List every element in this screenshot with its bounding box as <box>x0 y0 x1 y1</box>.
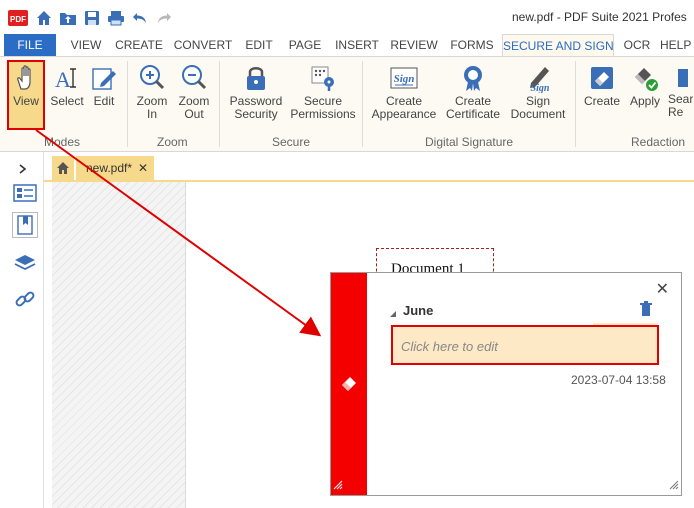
highlight-view-button <box>7 60 45 130</box>
tutorial-arrow <box>35 129 322 337</box>
